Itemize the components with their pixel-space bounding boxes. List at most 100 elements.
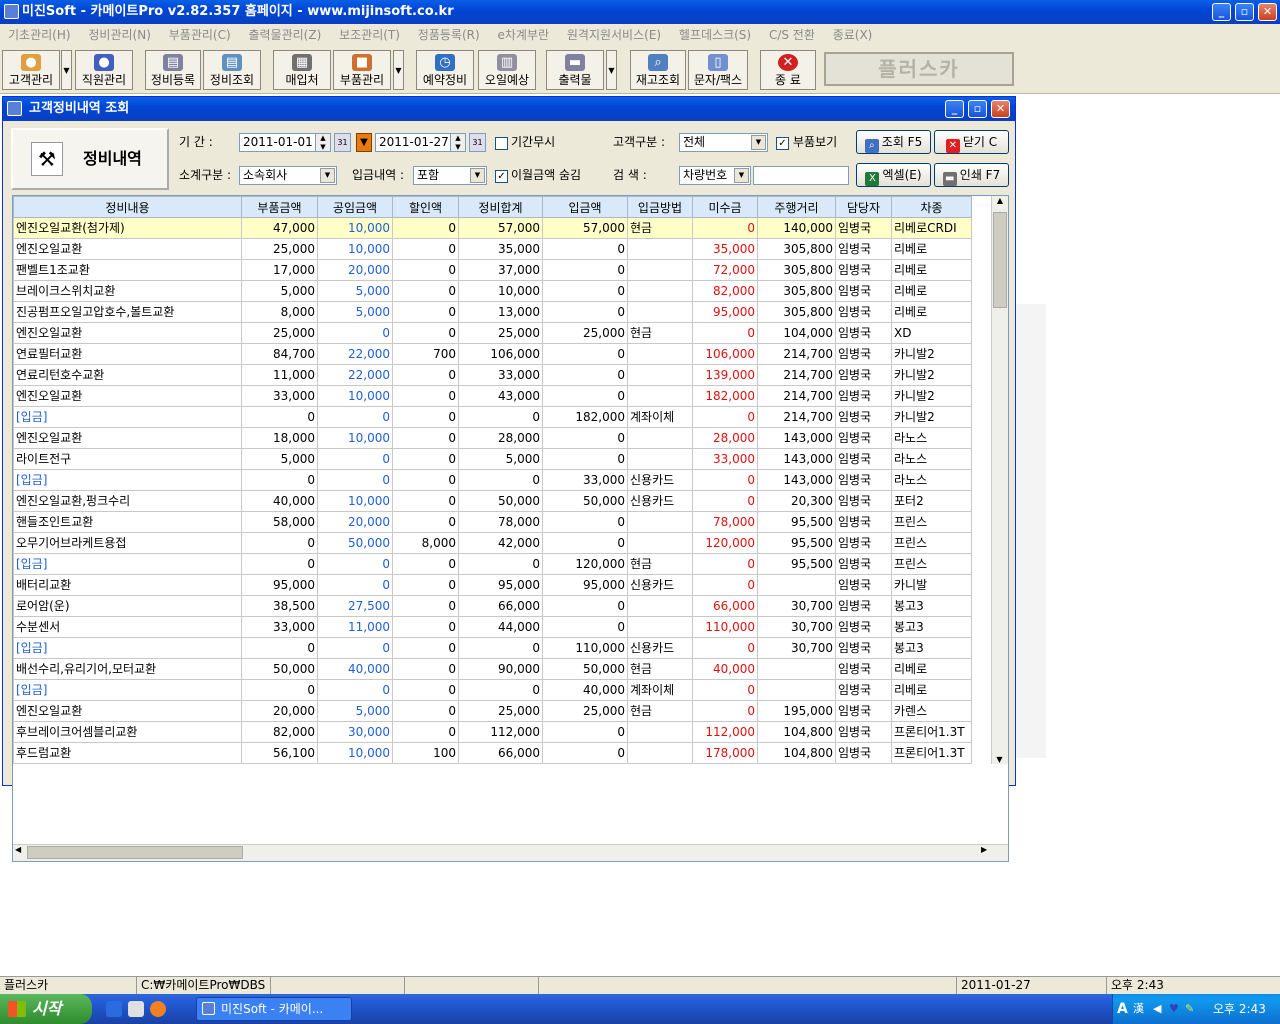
repair-view-button[interactable]: ▤ 정비조회 bbox=[203, 50, 261, 90]
table-row[interactable]: 핸들조인트교환 58,000 20,000 0 78,000 0 78,000 95,500 임… bbox=[13, 511, 972, 533]
print-button[interactable]: ▬ 인쇄 F7 bbox=[934, 163, 1009, 187]
search-input[interactable] bbox=[753, 166, 849, 185]
no-period-checkbox[interactable] bbox=[495, 137, 508, 150]
scroll-down-icon[interactable]: ▼ bbox=[992, 755, 1007, 764]
search-type-select[interactable]: 차량번호 ▼ bbox=[679, 166, 751, 185]
column-header[interactable]: 부품금액 bbox=[241, 196, 318, 218]
minimize-button[interactable]: _ bbox=[1212, 3, 1231, 21]
parts-dropdown[interactable]: ▼ bbox=[393, 50, 404, 90]
pen-icon[interactable]: ✎ bbox=[1185, 994, 1194, 1024]
table-row[interactable]: 오무기어브라케트용접 0 50,000 8,000 42,000 0 120,000 95,5… bbox=[13, 532, 972, 554]
menu-print[interactable]: 출력물관리(Z) bbox=[248, 24, 321, 46]
excel-button[interactable]: X 엑셀(E) bbox=[856, 163, 931, 187]
close-window-button[interactable]: ✕ 닫기 C bbox=[934, 130, 1009, 154]
vertical-scrollbar[interactable]: ▲ ▼ bbox=[991, 196, 1008, 764]
table-row[interactable]: 엔진오일교환(첨가제) 47,000 10,000 0 57,000 57,000 현금 0 1… bbox=[13, 217, 972, 239]
table-row[interactable]: 로어암(운) 38,500 27,500 0 66,000 0 66,000 30,700 임병… bbox=[13, 595, 972, 617]
column-header[interactable]: 정비내용 bbox=[13, 196, 242, 218]
table-row[interactable]: 연료리턴호수교환 11,000 22,000 0 33,000 0 139,000 214,7… bbox=[13, 364, 972, 386]
income-select[interactable]: 포함 ▼ bbox=[413, 166, 487, 185]
sms-fax-button[interactable]: ▯ 문자/팩스 bbox=[688, 50, 748, 90]
staff-button[interactable]: ● 직원관리 bbox=[75, 50, 133, 90]
oil-forecast-button[interactable]: ▥ 오일예상 bbox=[478, 50, 536, 90]
taskbar-app-item[interactable]: 미진Soft - 카메이... bbox=[196, 997, 352, 1021]
table-row[interactable]: 배터리교환 95,000 0 0 95,000 95,000 신용카드 0 임병국 카니발 bbox=[13, 574, 972, 596]
table-row[interactable]: [입금] 0 0 0 0 40,000 계좌이체 0 임병국 리베로 bbox=[13, 679, 972, 701]
menu-parts[interactable]: 부품관리(C) bbox=[169, 24, 231, 46]
table-row[interactable]: 엔진오일교환 20,000 5,000 0 25,000 25,000 현금 0 195,000… bbox=[13, 700, 972, 722]
menu-basic[interactable]: 기초관리(H) bbox=[8, 24, 71, 46]
column-header[interactable]: 입금액 bbox=[542, 196, 628, 218]
menu-repair[interactable]: 정비관리(N) bbox=[88, 24, 151, 46]
table-row[interactable]: [입금] 0 0 0 0 33,000 신용카드 0 143,000 임병국 라노스 bbox=[13, 469, 972, 491]
table-row[interactable]: [입금] 0 0 0 0 110,000 신용카드 0 30,700 임병국 봉고3 bbox=[13, 637, 972, 659]
messenger-icon[interactable]: ♥ bbox=[1169, 994, 1179, 1024]
ime-icon[interactable]: A bbox=[1117, 994, 1128, 1024]
table-row[interactable]: 엔진오일교환 25,000 10,000 0 35,000 0 35,000 305,800 임… bbox=[13, 238, 972, 260]
media-icon[interactable] bbox=[150, 1001, 166, 1017]
horizontal-scrollbar[interactable]: ◀ ▶ bbox=[13, 844, 1008, 861]
table-row[interactable]: [입금] 0 0 0 0 120,000 현금 0 95,500 임병국 프린스 bbox=[13, 553, 972, 575]
menu-aux[interactable]: 보조관리(T) bbox=[339, 24, 400, 46]
column-header[interactable]: 차종 bbox=[891, 196, 972, 218]
table-row[interactable]: 수분센서 33,000 11,000 0 44,000 0 110,000 30,700 임병국… bbox=[13, 616, 972, 638]
table-row[interactable]: 엔진오일교환 18,000 10,000 0 28,000 0 28,000 143,000 임… bbox=[13, 427, 972, 449]
date-from-field[interactable]: 2011-01-01 bbox=[239, 133, 317, 152]
desktop-icon[interactable] bbox=[128, 1001, 144, 1017]
vertical-scroll-thumb[interactable] bbox=[993, 212, 1007, 308]
date-from-calendar-button[interactable]: 31 bbox=[334, 133, 351, 152]
scroll-up-icon[interactable]: ▲ bbox=[992, 196, 1008, 205]
window-maximize-button[interactable]: ▫ bbox=[968, 100, 987, 118]
ie-icon[interactable] bbox=[106, 1001, 122, 1017]
table-row[interactable]: 팬벨트1조교환 17,000 20,000 0 37,000 0 72,000 305,800… bbox=[13, 259, 972, 281]
hide-carry-checkbox[interactable]: ✓ bbox=[495, 170, 508, 183]
close-button[interactable]: ✕ bbox=[1258, 3, 1277, 21]
maximize-button[interactable]: ▫ bbox=[1235, 3, 1254, 21]
repair-history-grid[interactable]: 정비내용 부품금액 공임금액 할인액 정비합계 입금액 입금방법 미수금 주행거리 담당자 차종 엔… bbox=[12, 195, 1009, 862]
subtotal-select[interactable]: 소속회사 ▼ bbox=[239, 166, 337, 185]
table-row[interactable]: 진공펌프오일고압호수,볼트교환 8,000 5,000 0 13,000 0 95,000 3… bbox=[13, 301, 972, 323]
window-minimize-button[interactable]: _ bbox=[945, 100, 964, 118]
customer-type-select[interactable]: 전체 ▼ bbox=[679, 133, 768, 152]
horizontal-scroll-thumb[interactable] bbox=[27, 846, 243, 859]
menu-helpdesk[interactable]: 헬프데스크(S) bbox=[679, 24, 751, 46]
date-to-calendar-button[interactable]: 31 bbox=[469, 133, 486, 152]
table-row[interactable]: 엔진오일교환 25,000 0 0 25,000 25,000 현금 0 104,000 임병국 X… bbox=[13, 322, 972, 344]
date-to-field[interactable]: 2011-01-27 bbox=[375, 133, 451, 152]
print-dropdown[interactable]: ▼ bbox=[606, 50, 617, 90]
table-row[interactable]: 브레이크스위치교환 5,000 5,000 0 10,000 0 82,000 305,800… bbox=[13, 280, 972, 302]
menu-register[interactable]: 정품등록(R) bbox=[418, 24, 480, 46]
scroll-left-icon[interactable]: ◀ bbox=[15, 845, 21, 854]
print-output-button[interactable]: ▬ 출력물 bbox=[546, 50, 604, 90]
menu-ecar[interactable]: e차계부란 bbox=[497, 24, 549, 46]
customer-dropdown[interactable]: ▼ bbox=[61, 50, 72, 90]
column-header[interactable]: 할인액 bbox=[392, 196, 459, 218]
repair-register-button[interactable]: ▤ 정비등록 bbox=[145, 50, 201, 90]
table-row[interactable]: [입금] 0 0 0 0 182,000 계좌이체 0 214,700 임병국 카니발2 bbox=[13, 406, 972, 428]
table-row[interactable]: 후드럼교환 56,100 10,000 100 66,000 0 178,000 104,80… bbox=[13, 742, 972, 764]
date-arrow-button[interactable]: ▼ bbox=[356, 133, 372, 152]
table-row[interactable]: 라이트전구 5,000 0 0 5,000 0 33,000 143,000 임병국 라노스 bbox=[13, 448, 972, 470]
search-button[interactable]: ⌕ 조회 F5 bbox=[856, 130, 931, 154]
menu-cs[interactable]: C/S 전환 bbox=[769, 24, 815, 46]
column-header[interactable]: 입금방법 bbox=[627, 196, 693, 218]
menu-exit[interactable]: 종료(X) bbox=[833, 24, 873, 46]
scroll-right-icon[interactable]: ▶ bbox=[981, 845, 987, 854]
start-button[interactable]: 시작 bbox=[0, 994, 92, 1024]
stock-view-button[interactable]: ⌕ 재고조회 bbox=[630, 50, 686, 90]
table-row[interactable]: 후브레이크어셈블리교환 82,000 30,000 0 112,000 0 112,000 1… bbox=[13, 721, 972, 743]
table-row[interactable]: 엔진오일교환 33,000 10,000 0 43,000 0 182,000 214,700… bbox=[13, 385, 972, 407]
customer-button[interactable]: ● 고객관리 bbox=[2, 50, 60, 90]
column-header[interactable]: 주행거리 bbox=[757, 196, 836, 218]
table-row[interactable]: 배선수리,유리기어,모터교환 50,000 40,000 0 90,000 50,000 현… bbox=[13, 658, 972, 680]
column-header[interactable]: 담당자 bbox=[835, 196, 892, 218]
date-from-spinner[interactable]: ▲ ▼ bbox=[315, 133, 331, 152]
column-header[interactable]: 공임금액 bbox=[317, 196, 393, 218]
exit-button[interactable]: ✕ 종 료 bbox=[760, 50, 816, 90]
show-parts-checkbox[interactable]: ✓ bbox=[776, 137, 789, 150]
window-close-button[interactable]: ✕ bbox=[991, 100, 1010, 118]
booking-button[interactable]: ◷ 예약정비 bbox=[416, 50, 474, 90]
date-to-spinner[interactable]: ▲ ▼ bbox=[450, 133, 466, 152]
column-header[interactable]: 미수금 bbox=[692, 196, 758, 218]
ime-mode-icon[interactable]: 漢 bbox=[1133, 994, 1144, 1024]
